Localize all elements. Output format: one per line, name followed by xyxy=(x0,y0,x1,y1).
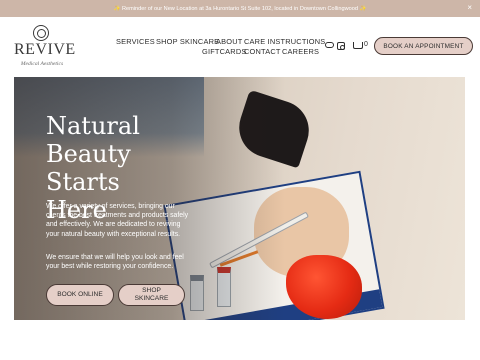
nav-item-giftcards[interactable]: GIFTCARDS xyxy=(202,47,247,56)
link-icon[interactable] xyxy=(325,42,334,48)
cart-icon[interactable] xyxy=(353,42,363,49)
nav-item-about[interactable]: ABOUT xyxy=(216,37,242,46)
logo[interactable]: REVIVE Medical Aesthetics xyxy=(14,25,76,75)
nav-item-services[interactable]: SERVICES xyxy=(116,37,155,46)
hero-title-line: Natural xyxy=(46,112,140,140)
hero-title-line: Beauty xyxy=(46,140,131,168)
announcement-text: ✨ Reminder of our New Location at 3a Hur… xyxy=(113,5,367,12)
hero-intro-text: We offer a variety of services, bringing… xyxy=(46,203,189,238)
nav-item-care-instructions[interactable]: CARE INSTRUCTIONS xyxy=(244,37,325,46)
nav-item-careers[interactable]: CAREERS xyxy=(282,47,319,56)
cart-count: 0 xyxy=(364,41,368,48)
logo-mark-icon xyxy=(33,25,49,41)
nav-item-shop-skincare[interactable]: SHOP SKINCARE xyxy=(156,37,219,46)
brand-tagline: Medical Aesthetics xyxy=(20,61,64,67)
shop-skincare-button[interactable]: SHOP SKINCARE xyxy=(118,284,185,306)
nav-item-contact[interactable]: CONTACT xyxy=(244,47,281,56)
book-appointment-button[interactable]: BOOK AN APPOINTMENT xyxy=(374,37,473,55)
announcement-bar: ✨ Reminder of our New Location at 3a Hur… xyxy=(0,0,480,17)
close-icon[interactable]: × xyxy=(467,3,472,13)
hero-confidence-text: We ensure that we will help you look and… xyxy=(46,254,184,271)
brand-name: REVIVE xyxy=(14,41,76,58)
book-online-button[interactable]: BOOK ONLINE xyxy=(46,284,114,306)
instagram-icon[interactable] xyxy=(337,42,345,50)
